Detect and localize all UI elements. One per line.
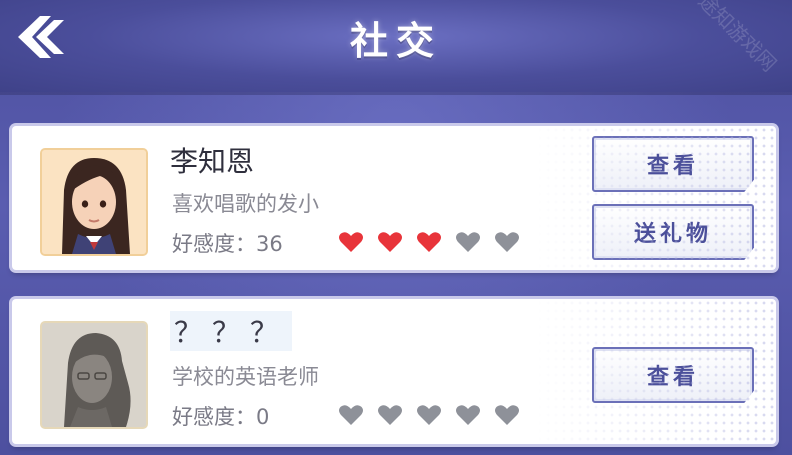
silhouette-portrait-icon <box>42 323 146 427</box>
heart-empty-icon <box>495 232 519 252</box>
view-button[interactable]: 查看 <box>592 347 754 403</box>
affinity-label: 好感度：36 <box>172 232 283 256</box>
character-avatar[interactable] <box>40 321 148 429</box>
heart-empty-icon <box>495 405 519 425</box>
heart-empty-icon <box>456 232 480 252</box>
character-description: 喜欢唱歌的发小 <box>172 192 319 216</box>
heart-empty-icon <box>339 405 363 425</box>
character-card: 李知恩 喜欢唱歌的发小 好感度：36 查看 送礼物 <box>12 126 776 270</box>
top-bar: 社交 途知游戏网 <box>0 0 792 92</box>
heart-filled-icon <box>339 232 363 252</box>
heart-empty-icon <box>378 405 402 425</box>
affinity-label: 好感度：0 <box>172 405 270 429</box>
heart-filled-icon <box>378 232 402 252</box>
character-card: ？？？ 学校的英语老师 好感度：0 查看 <box>12 299 776 444</box>
girl-portrait-icon <box>42 150 146 254</box>
send-gift-button[interactable]: 送礼物 <box>592 204 754 260</box>
character-description: 学校的英语老师 <box>172 365 319 389</box>
affinity-hearts <box>338 403 520 429</box>
affinity-hearts <box>338 230 520 256</box>
heart-empty-icon <box>456 405 480 425</box>
character-name: ？？？ <box>170 311 293 351</box>
character-avatar[interactable] <box>40 148 148 256</box>
heart-filled-icon <box>417 232 441 252</box>
heart-empty-icon <box>417 405 441 425</box>
character-name: 李知恩 <box>170 145 255 178</box>
view-button[interactable]: 查看 <box>592 136 754 192</box>
